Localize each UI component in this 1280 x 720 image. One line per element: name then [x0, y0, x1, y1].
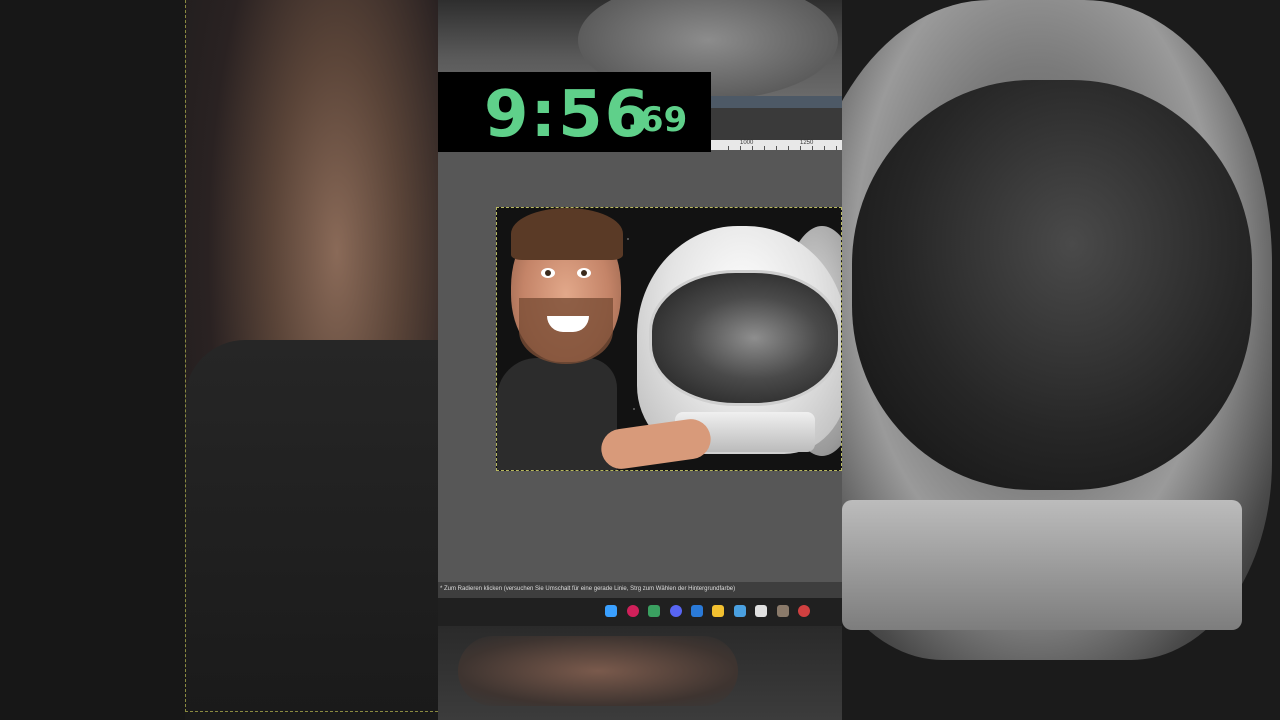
visor-blur [852, 80, 1252, 490]
person-torso [497, 358, 617, 470]
person-hair [511, 208, 623, 260]
left-background-blur [0, 0, 438, 720]
helmet-neck-blur [842, 500, 1242, 630]
gimp-icon[interactable] [777, 605, 789, 617]
person-eye-left [541, 268, 555, 278]
timer-fraction: .69 [627, 100, 688, 140]
windows-taskbar [438, 598, 842, 626]
bottom-blur [438, 626, 842, 720]
shirt-blur [185, 340, 438, 720]
folder-icon[interactable] [712, 605, 724, 617]
right-background-blur [842, 0, 1280, 720]
app-red-icon[interactable] [627, 605, 639, 617]
selection-border-bottom [185, 711, 438, 712]
status-text: * Zum Radieren klicken (versuchen Sie Um… [440, 586, 736, 592]
app-fox-icon[interactable] [734, 605, 746, 617]
app-chrome-icon[interactable] [798, 605, 810, 617]
helmet-visor [649, 270, 841, 406]
app-blue-icon[interactable] [691, 605, 703, 617]
windows-start-icon[interactable] [605, 605, 617, 617]
person-eye-right [577, 268, 591, 278]
selection-border-left [185, 0, 186, 712]
speedrun-timer: 9:56 .69 [438, 72, 711, 152]
app-green-icon[interactable] [648, 605, 660, 617]
status-bar: * Zum Radieren klicken (versuchen Sie Um… [438, 582, 842, 598]
app-doc-icon[interactable] [755, 605, 767, 617]
editor-window: 1000 1250 9:56 .69 * Zum Radieren klicke… [438, 0, 842, 720]
image-canvas[interactable] [496, 207, 842, 471]
discord-icon[interactable] [670, 605, 682, 617]
